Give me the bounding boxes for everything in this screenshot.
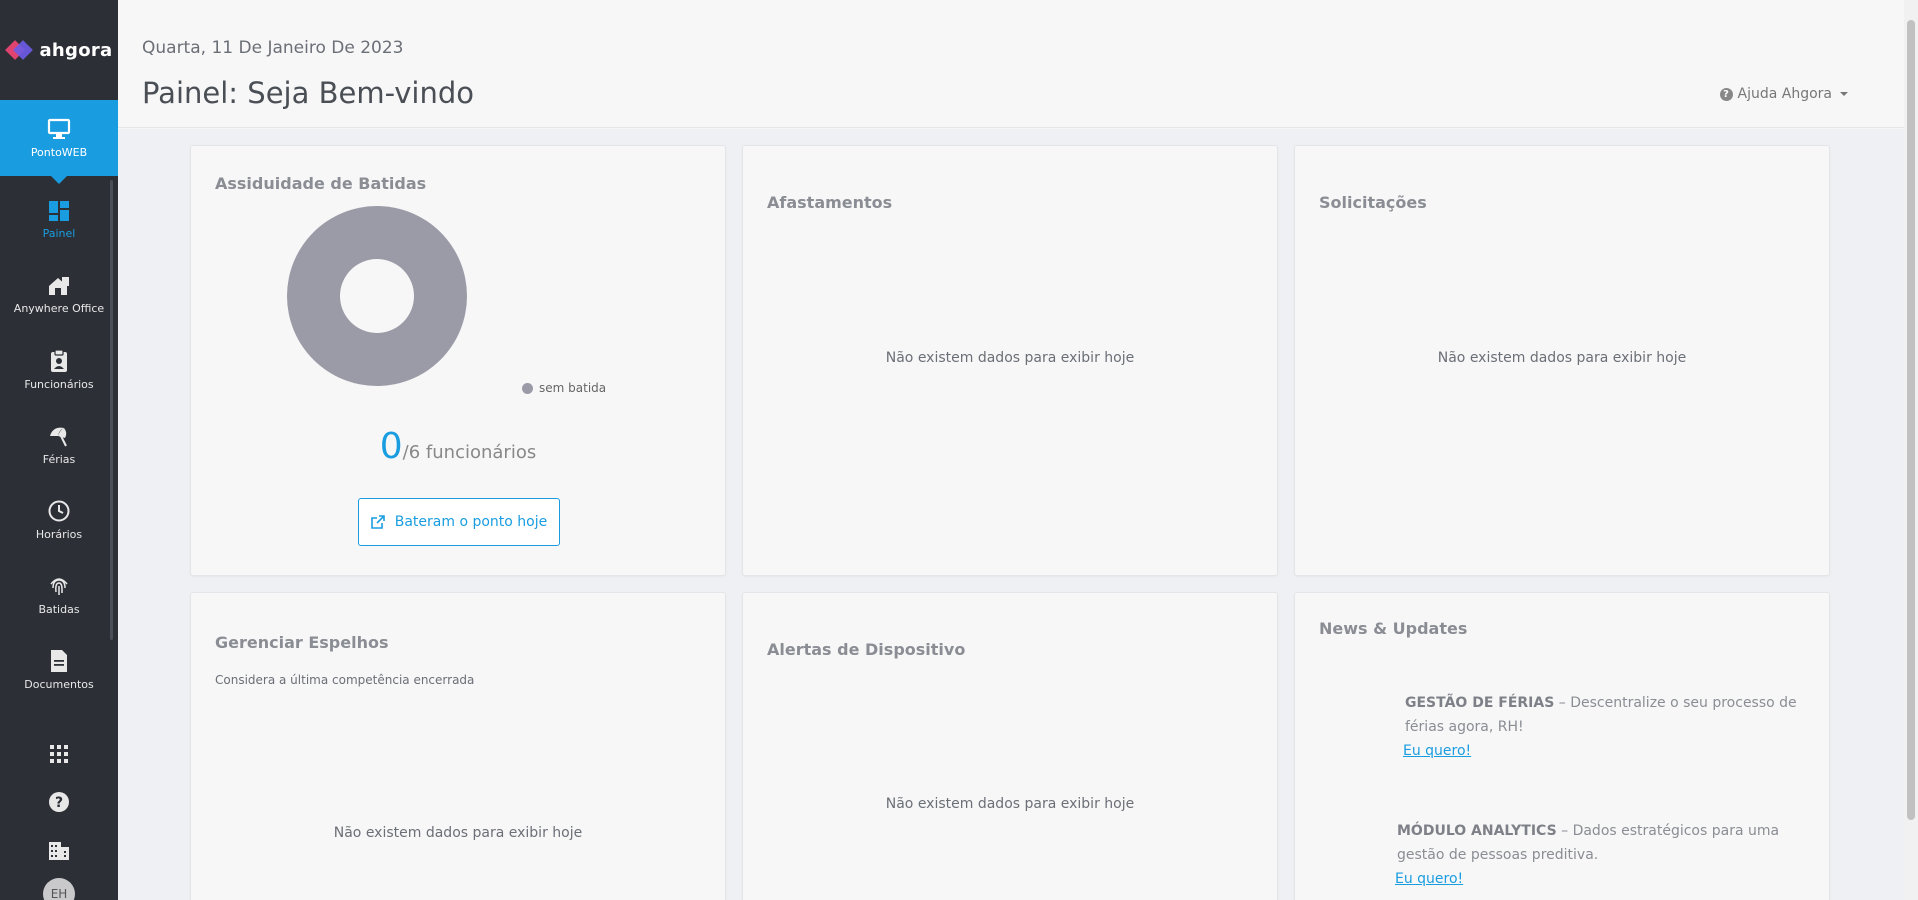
- news-link[interactable]: Eu quero!: [1403, 739, 1815, 763]
- monitor-icon: [47, 118, 71, 139]
- current-date: Quarta, 11 De Janeiro De 2023: [142, 38, 404, 58]
- count-value: 0: [379, 426, 403, 467]
- sidebar-item-painel[interactable]: Painel: [0, 182, 118, 257]
- sidebar-item-batidas[interactable]: Batidas: [0, 557, 118, 632]
- card-title: News & Updates: [1319, 619, 1468, 638]
- card-solicitacoes: Solicitações Não existem dados para exib…: [1294, 145, 1830, 576]
- sidebar-item-label: Férias: [42, 452, 76, 466]
- sidebar-item-label: Horários: [35, 527, 83, 541]
- card-assiduidade: Assiduidade de Batidas sem batida 0/6 fu…: [190, 145, 726, 576]
- ahgora-logo-icon: [5, 36, 34, 64]
- help-dropdown[interactable]: ? Ajuda Ahgora: [1719, 86, 1848, 102]
- donut-slice-sem-batida[interactable]: [287, 206, 467, 386]
- sidebar-item-label: Batidas: [38, 602, 80, 616]
- help-label: Ajuda Ahgora: [1737, 86, 1833, 102]
- sidebar-item-funcionarios[interactable]: Funcionários: [0, 332, 118, 407]
- sidebar-scrollbar[interactable]: [110, 180, 113, 640]
- external-link-icon: [370, 515, 385, 529]
- sidebar-item-horarios[interactable]: Horários: [0, 482, 118, 557]
- card-title: Assiduidade de Batidas: [215, 174, 427, 193]
- apps-grid-button[interactable]: [0, 730, 118, 778]
- card-subtitle: Considera a última competência encerrada: [215, 673, 475, 687]
- news-item: MÓDULO ANALYTICS – Dados estratégicos pa…: [1395, 819, 1815, 891]
- card-title: Gerenciar Espelhos: [215, 633, 389, 652]
- dashboard-content: Assiduidade de Batidas sem batida 0/6 fu…: [118, 129, 1904, 900]
- page-header: Quarta, 11 De Janeiro De 2023 Painel: Se…: [118, 0, 1904, 128]
- sidebar-item-anywhere-office[interactable]: Anywhere Office: [0, 257, 118, 332]
- legend-swatch: [522, 382, 533, 394]
- ahgora-logo[interactable]: ahgora: [0, 0, 118, 100]
- button-label: Bateram o ponto hoje: [394, 514, 548, 530]
- empty-state: Não existem dados para exibir hoje: [885, 796, 1135, 812]
- house-icon: [49, 276, 69, 295]
- legend-label: sem batida: [539, 381, 607, 395]
- company-button[interactable]: [0, 826, 118, 874]
- empty-state: Não existem dados para exibir hoje: [1437, 350, 1687, 366]
- sidebar-item-label: Painel: [42, 226, 76, 240]
- help-circle-icon: ?: [49, 792, 69, 812]
- news-item: GESTÃO DE FÉRIAS – Descentralize o seu p…: [1403, 691, 1815, 763]
- card-title: Solicitações: [1319, 193, 1427, 212]
- card-alertas: Alertas de Dispositivo Não existem dados…: [742, 592, 1278, 900]
- beach-umbrella-icon: [50, 427, 67, 446]
- caret-down-icon: [1840, 92, 1848, 96]
- card-afastamentos: Afastamentos Não existem dados para exib…: [742, 145, 1278, 576]
- apps-grid-icon: [50, 745, 68, 763]
- page-scrollbar[interactable]: [1904, 0, 1918, 900]
- avatar[interactable]: EH: [43, 878, 75, 900]
- bateram-ponto-button[interactable]: Bateram o ponto hoje: [358, 498, 560, 546]
- attendance-donut-chart: [287, 206, 467, 386]
- count-total: /6 funcionários: [402, 442, 537, 463]
- svg-text:?: ?: [55, 795, 63, 811]
- news-heading: GESTÃO DE FÉRIAS: [1405, 695, 1555, 711]
- empty-state: Não existem dados para exibir hoje: [885, 350, 1135, 366]
- sidebar-item-label: Funcionários: [24, 377, 94, 391]
- clock-icon: [48, 500, 70, 521]
- card-title: Afastamentos: [767, 193, 893, 212]
- sidebar-item-documentos[interactable]: Documentos: [0, 632, 118, 707]
- card-news: News & Updates GESTÃO DE FÉRIAS – Descen…: [1294, 592, 1830, 900]
- card-title: Alertas de Dispositivo: [767, 640, 966, 659]
- attendance-count: 0/6 funcionários: [191, 426, 725, 467]
- help-button[interactable]: ?: [0, 778, 118, 826]
- sidebar: ahgora PontoWEB Painel Anywhere Office F…: [0, 0, 118, 900]
- clipboard-icon: [51, 348, 67, 372]
- chart-legend: sem batida: [522, 381, 606, 395]
- logo-text: ahgora: [39, 39, 113, 61]
- scrollbar-thumb[interactable]: [1907, 20, 1915, 820]
- news-link[interactable]: Eu quero!: [1395, 867, 1815, 891]
- sidebar-item-label: Anywhere Office: [13, 301, 105, 315]
- sidebar-item-label: Documentos: [24, 677, 94, 691]
- nav-pontoweb-label: PontoWEB: [30, 145, 88, 159]
- card-espelhos: Gerenciar Espelhos Considera a última co…: [190, 592, 726, 900]
- document-icon: [51, 649, 67, 672]
- sidebar-item-ferias[interactable]: Férias: [0, 407, 118, 482]
- dashboard-icon: [49, 200, 69, 221]
- nav-pontoweb[interactable]: PontoWEB: [0, 100, 118, 184]
- fingerprint-icon: [50, 577, 68, 595]
- news-heading: MÓDULO ANALYTICS: [1397, 823, 1557, 839]
- question-icon: ?: [1719, 87, 1733, 101]
- sidebar-bottom: ? EH: [0, 730, 118, 900]
- page-title: Painel: Seja Bem-vindo: [142, 76, 474, 110]
- empty-state: Não existem dados para exibir hoje: [333, 825, 583, 841]
- building-icon: [49, 842, 69, 860]
